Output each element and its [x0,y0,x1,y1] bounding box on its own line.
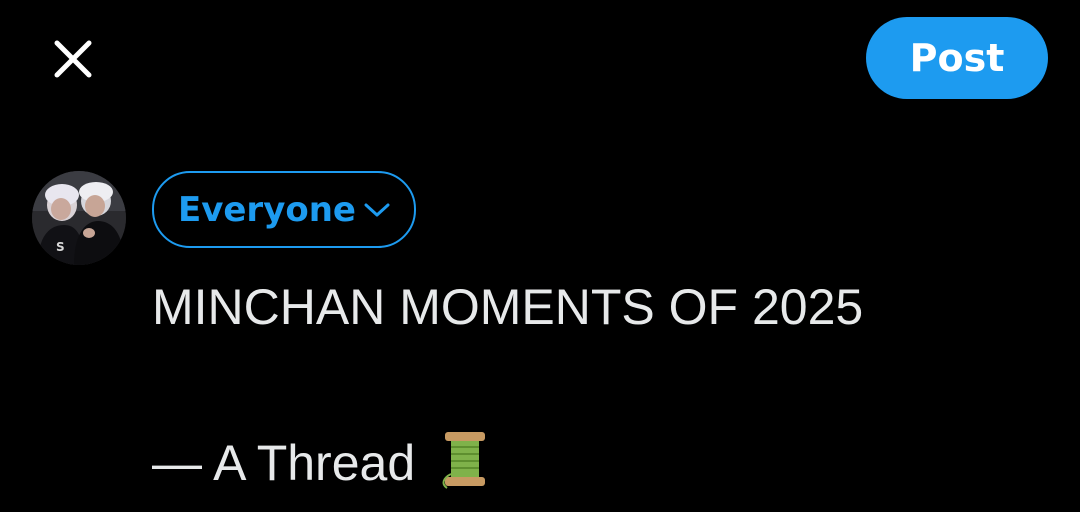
composer-line-thread: — A Thread [152,424,1052,502]
chevron-down-icon [364,203,390,216]
post-composer[interactable]: MINCHAN MOMENTS OF 2025 — A Thread [152,268,1052,502]
composer-line-title: MINCHAN MOMENTS OF 2025 [152,279,864,335]
composer-line-blank [152,346,1052,424]
audience-label: Everyone [177,189,356,230]
svg-text:S: S [56,240,65,254]
close-icon [54,40,92,78]
close-button[interactable] [48,34,98,84]
audience-selector[interactable]: Everyone [152,171,416,248]
thread-text: — A Thread [152,435,416,491]
thread-spool-icon [442,432,486,489]
avatar-photo: S [32,171,126,265]
avatar[interactable]: S [32,171,126,265]
post-button[interactable]: Post [866,17,1048,99]
